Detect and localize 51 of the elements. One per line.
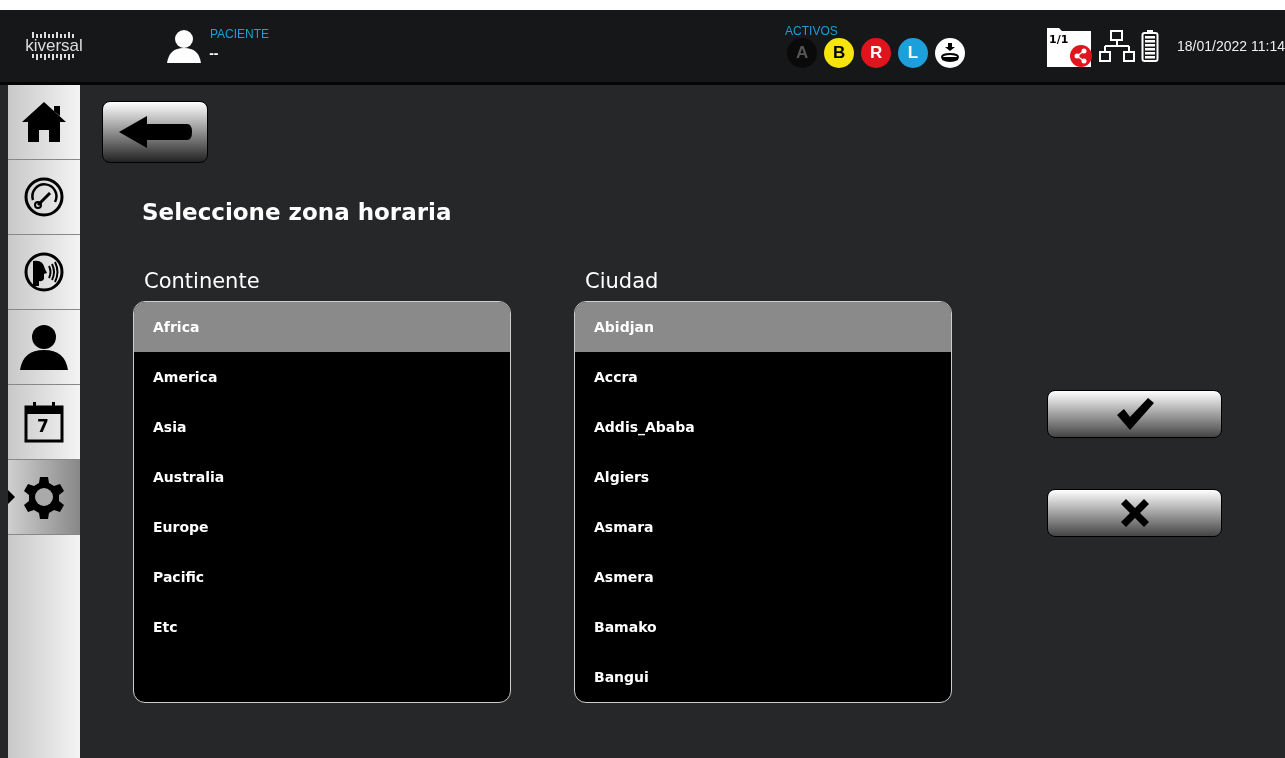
- sidebar-item[interactable]: [8, 460, 80, 535]
- list-item[interactable]: Pacific: [134, 552, 510, 602]
- list-item[interactable]: Addis_Ababa: [575, 402, 951, 452]
- sidebar-item[interactable]: [8, 235, 80, 310]
- cancel-button[interactable]: [1047, 489, 1222, 537]
- sidebar-item[interactable]: 7: [8, 385, 80, 460]
- status-badge: R: [861, 38, 892, 68]
- speaking-head-icon: [23, 251, 65, 293]
- status-badge: B: [824, 38, 855, 68]
- weight-icon: [935, 38, 966, 68]
- list-item[interactable]: Algiers: [575, 452, 951, 502]
- list-item[interactable]: Asia: [134, 402, 510, 452]
- list-item[interactable]: Australia: [134, 452, 510, 502]
- activos-label: ACTIVOS: [785, 24, 839, 38]
- list-item[interactable]: Asmara: [575, 502, 951, 552]
- list-item[interactable]: Etc: [134, 602, 510, 652]
- list-item[interactable]: Accra: [575, 352, 951, 402]
- patient-label: PACIENTE: [210, 27, 270, 41]
- battery-icon: [1141, 30, 1160, 62]
- list-item[interactable]: America: [134, 352, 510, 402]
- sidebar-item[interactable]: [8, 160, 80, 235]
- list-item[interactable]: Bangui: [575, 652, 951, 702]
- page-title: Seleccione zona horaria: [142, 199, 453, 225]
- gear-icon: [22, 475, 66, 519]
- confirm-button[interactable]: [1047, 390, 1222, 438]
- back-arrow-icon: [117, 115, 193, 149]
- patient-icon: [166, 29, 202, 63]
- date-time: 18/01/2022 11:14: [1177, 38, 1285, 54]
- pointer-icon: [8, 490, 15, 504]
- check-icon: [1114, 397, 1155, 431]
- person-icon: [19, 324, 69, 370]
- logo-text: kiversal: [25, 38, 83, 54]
- list-label: Continente: [144, 269, 261, 293]
- network-icon: [1099, 30, 1136, 62]
- status-badge: L: [898, 38, 929, 68]
- gauge-icon: [23, 176, 65, 218]
- logo-bars-icon: [32, 32, 76, 38]
- back-button[interactable]: [102, 101, 208, 163]
- list-item[interactable]: Asmera: [575, 552, 951, 602]
- status-badge: A: [787, 38, 818, 68]
- list-label: Ciudad: [585, 269, 660, 293]
- home-icon: [20, 100, 68, 144]
- logo-bars-icon: [32, 54, 76, 60]
- sidebar-item[interactable]: [8, 85, 80, 160]
- folder-count: 1/1: [1049, 33, 1069, 46]
- calendar-day: 7: [37, 416, 49, 436]
- calendar-icon: [24, 401, 64, 443]
- sidebar-item[interactable]: [8, 310, 80, 385]
- list-item[interactable]: Europe: [134, 502, 510, 552]
- patient-value: --: [209, 45, 219, 61]
- list-item[interactable]: Bamako: [575, 602, 951, 652]
